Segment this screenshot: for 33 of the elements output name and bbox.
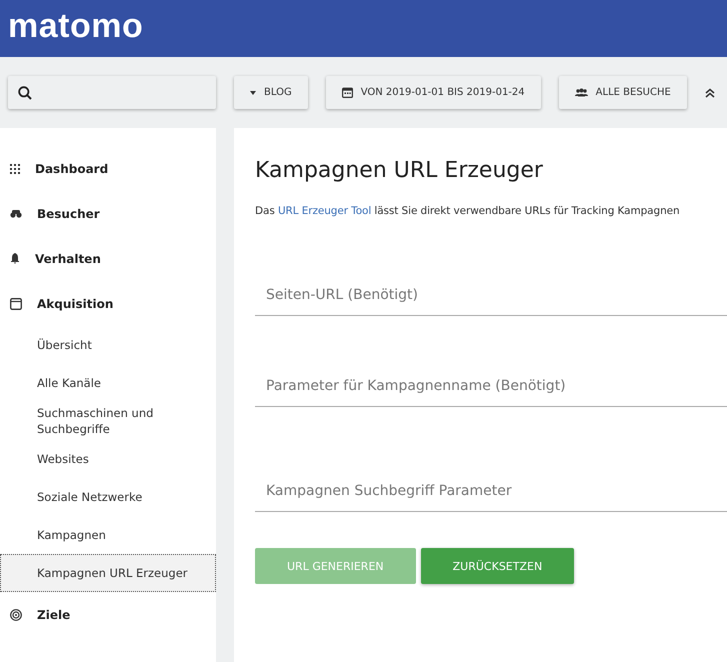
logo[interactable]: matomo: [8, 8, 144, 42]
menu-item[interactable]: Websites: [0, 440, 216, 478]
text-field[interactable]: Seiten-URL (Benötigt): [255, 287, 727, 316]
menu-category[interactable]: Ziele: [0, 592, 216, 637]
segment-selector[interactable]: ALLE BESUCHE: [558, 76, 687, 109]
menu-category[interactable]: Verhalten: [0, 236, 216, 281]
collapse-icon[interactable]: [704, 88, 715, 98]
menu-item[interactable]: Suchmaschinen und Suchbegriffe: [0, 402, 216, 440]
page-title: Kampagnen URL Erzeuger: [255, 158, 544, 183]
menu-category[interactable]: Besucher: [0, 191, 216, 236]
bell-icon: [10, 253, 20, 264]
menu-category[interactable]: Dashboard: [0, 146, 216, 191]
menu-item[interactable]: Kampagnen URL Erzeuger: [0, 554, 216, 592]
text-field[interactable]: Kampagnen Suchbegriff Parameter: [255, 483, 727, 512]
grid-icon: [10, 164, 20, 174]
tool-link[interactable]: URL Erzeuger Tool: [278, 205, 372, 217]
binoculars-icon: [10, 209, 22, 218]
intro-text: Das URL Erzeuger Tool lässt Sie direkt verwendbare URLs für Tracking Kampagnen: [255, 205, 681, 217]
target-icon: [10, 608, 22, 620]
search-icon: [18, 86, 32, 100]
period-selector[interactable]: VON 2019-01-01 BIS 2019-01-24: [326, 76, 541, 109]
menu-item[interactable]: Alle Kanäle: [0, 364, 216, 402]
users-icon: [574, 88, 588, 97]
menu-category[interactable]: Akquisition: [0, 281, 216, 326]
menu-item[interactable]: Soziale Netzwerke: [0, 478, 216, 516]
menu-item[interactable]: Übersicht: [0, 326, 216, 364]
caret-icon: [250, 90, 256, 94]
calendar-icon: [342, 87, 353, 98]
window-icon: [10, 298, 22, 310]
search-field[interactable]: [8, 76, 216, 109]
text-field[interactable]: Parameter für Kampagnenname (Benötigt): [255, 378, 727, 407]
site-selector[interactable]: BLOG: [234, 76, 308, 109]
menu-item[interactable]: Kampagnen: [0, 516, 216, 554]
